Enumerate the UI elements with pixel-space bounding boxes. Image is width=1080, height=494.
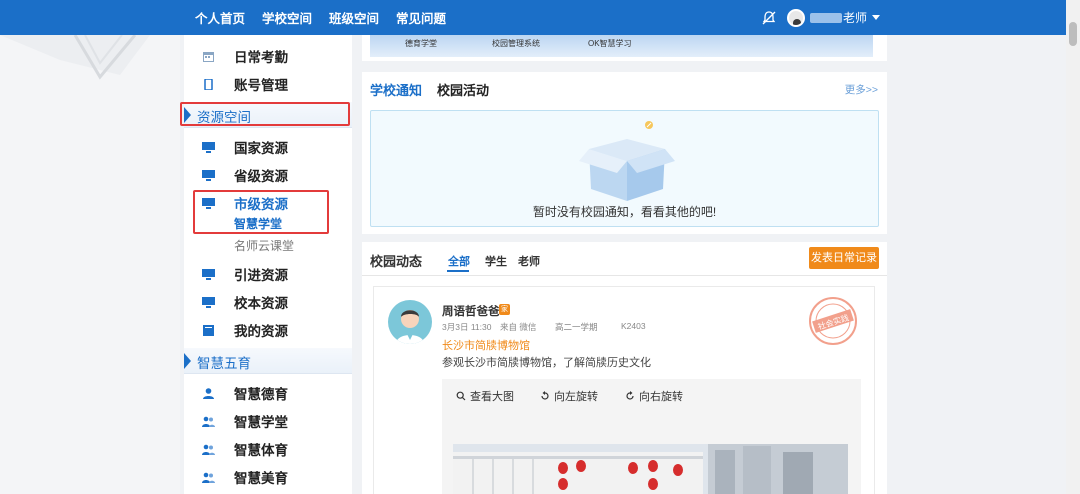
avatar-illustration: [396, 310, 424, 344]
user-name-redacted: [809, 12, 842, 23]
tab-school-notice[interactable]: 学校通知: [370, 80, 422, 99]
tab-all[interactable]: 全部: [448, 253, 470, 269]
tab-teachers[interactable]: 老师: [518, 253, 540, 269]
decorative-shape: [0, 34, 150, 80]
notification-off-icon[interactable]: [761, 10, 777, 26]
sidebar-item-label: 智慧美育: [234, 471, 288, 486]
banner-link-ok-smart-learning[interactable]: OK智慧学习: [588, 38, 632, 49]
scrollbar-thumb[interactable]: [1069, 22, 1077, 46]
sidebar-item-smart-sports[interactable]: 智慧体育: [184, 435, 352, 463]
post-term: 高二一学期: [555, 322, 598, 332]
post-author[interactable]: 周语哲爸爸: [442, 303, 500, 319]
sidebar-item-imported-resources[interactable]: 引进资源: [184, 260, 352, 288]
nav-personal-home[interactable]: 个人首页: [195, 8, 245, 27]
nav-school-space[interactable]: 学校空间: [262, 8, 312, 27]
sidebar-item-smart-moral[interactable]: 智慧德育: [184, 379, 352, 407]
chevron-down-icon[interactable]: [872, 15, 880, 20]
tab-students[interactable]: 学生: [485, 253, 507, 269]
quick-links-banner: 德育学堂 校园管理系统 OK智慧学习: [362, 35, 887, 61]
empty-state-message: 暂时没有校园通知，看看其他的吧!: [532, 205, 717, 219]
tab-campus-activity[interactable]: 校园活动: [437, 80, 489, 99]
highlight-box-city-resources: [193, 190, 329, 234]
sidebar-item-label: 账号管理: [234, 78, 288, 93]
rotate-right-button[interactable]: 向右旋转: [625, 388, 683, 404]
monitor-icon: [202, 296, 215, 308]
user-area: 老师: [761, 0, 880, 35]
sidebar-item-school-resources[interactable]: 校本资源: [184, 288, 352, 316]
tool-label: 向右旋转: [639, 391, 683, 403]
sidebar-item-national-resources[interactable]: 国家资源: [184, 133, 352, 161]
book-icon: [203, 324, 214, 336]
museum-photo-illustration: [453, 444, 848, 494]
rotate-left-icon: [541, 391, 549, 400]
nav-faq[interactable]: 常见问题: [396, 8, 446, 27]
divider: [362, 275, 887, 276]
post-photo[interactable]: [453, 444, 848, 494]
sidebar-item-label: 智慧德育: [234, 387, 288, 402]
more-link[interactable]: 更多>>: [845, 82, 878, 97]
banner-link-campus-management[interactable]: 校园管理系统: [492, 38, 540, 49]
sidebar-item-label: 引进资源: [234, 268, 288, 283]
active-tab-indicator: [447, 270, 469, 272]
sidebar-item-smart-arts[interactable]: 智慧美育: [184, 463, 352, 491]
user-role-label[interactable]: 老师: [843, 9, 867, 26]
tool-label: 向左旋转: [554, 391, 598, 403]
view-large-image-button[interactable]: 查看大图: [456, 388, 514, 404]
rotate-left-button[interactable]: 向左旋转: [540, 388, 598, 404]
sidebar-item-label: 校本资源: [234, 296, 288, 311]
sidebar-item-my-resources[interactable]: 我的资源: [184, 316, 352, 344]
post-date: 3月3日 11:30: [442, 322, 492, 332]
section-marker-icon: [184, 353, 191, 369]
person-icon: [203, 387, 214, 399]
parent-badge: 家: [499, 304, 510, 315]
calendar-icon: [203, 51, 214, 62]
post-content: 参观长沙市简牍博物馆，了解简牍历史文化: [442, 357, 651, 369]
user-avatar[interactable]: [786, 8, 805, 27]
sidebar-item-label: 我的资源: [234, 324, 288, 339]
page-background-decoration: [0, 34, 180, 494]
rotate-right-icon: [626, 391, 634, 400]
image-toolbar-area: 查看大图 向左旋转 向右旋转: [442, 379, 861, 494]
sidebar-item-provincial-resources[interactable]: 省级资源: [184, 161, 352, 189]
monitor-icon: [202, 268, 215, 280]
people-icon: [202, 416, 215, 427]
feed-title: 校园动态: [370, 254, 423, 269]
campus-feed-panel: 校园动态 全部 学生 老师 发表日常记录 周语哲爸爸 家 3月3日 11:30 …: [362, 242, 887, 494]
nav-class-space[interactable]: 班级空间: [329, 8, 379, 27]
notice-tabs: 学校通知 校园活动 更多>>: [362, 72, 887, 104]
social-practice-stamp-icon: 社会实践: [809, 297, 857, 345]
author-avatar[interactable]: [388, 300, 432, 344]
search-icon: [456, 391, 466, 401]
post-location[interactable]: 长沙市简牍博物馆: [442, 337, 530, 353]
empty-state: 暂时没有校园通知，看看其他的吧!: [370, 110, 879, 227]
post-source: 来自 微信: [500, 322, 537, 332]
sidebar-item-attendance[interactable]: 日常考勤: [184, 42, 352, 70]
tool-label: 查看大图: [470, 391, 514, 403]
top-navigation-bar: 个人首页 学校空间 班级空间 常见问题 老师: [0, 0, 1080, 35]
people-icon: [202, 472, 215, 483]
phone-icon: [204, 78, 213, 90]
main-nav: 个人首页 学校空间 班级空间 常见问题: [195, 0, 463, 35]
empty-box-icon: [579, 121, 675, 201]
notice-panel: 学校通知 校园活动 更多>> 暂时没有校园通知，看看其他的吧!: [362, 72, 887, 234]
sidebar-item-label: 日常考勤: [234, 50, 288, 65]
sidebar-subitem-famous-teacher-classroom[interactable]: 名师云课堂: [234, 237, 294, 254]
page-scrollbar[interactable]: [1066, 0, 1080, 494]
sidebar-item-label: 国家资源: [234, 141, 288, 156]
post-daily-record-button[interactable]: 发表日常记录: [809, 247, 879, 269]
monitor-icon: [202, 141, 215, 153]
sidebar-item-account[interactable]: 账号管理: [184, 70, 352, 98]
monitor-icon: [202, 169, 215, 181]
sidebar-item-smart-classroom[interactable]: 智慧学堂: [184, 407, 352, 435]
section-label: 智慧五育: [197, 356, 251, 371]
sidebar-item-label: 智慧学堂: [234, 415, 288, 430]
highlight-box-resources-section: [180, 102, 350, 126]
sidebar-item-label: 智慧体育: [234, 443, 288, 458]
sidebar-item-label: 省级资源: [234, 169, 288, 184]
people-icon: [202, 444, 215, 455]
feed-post-card: 周语哲爸爸 家 3月3日 11:30 来自 微信 高二一学期 K2403 长沙市…: [373, 286, 875, 494]
sidebar-section-five-education[interactable]: 智慧五育: [184, 348, 352, 374]
banner-link-moral-classroom[interactable]: 德育学堂: [405, 38, 437, 49]
post-class-code: K2403: [621, 321, 646, 331]
